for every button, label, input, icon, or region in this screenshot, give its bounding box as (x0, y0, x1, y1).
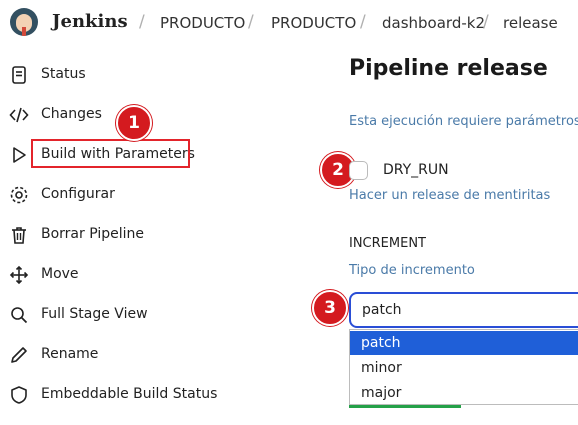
increment-options-list: patch minor major (349, 329, 578, 405)
increment-select-value: patch (362, 302, 402, 318)
sidebar-item-embeddable-build-status[interactable]: Embeddable Build Status (0, 377, 300, 413)
sidebar-item-full-stage-view[interactable]: Full Stage View (0, 297, 300, 333)
search-icon (9, 305, 29, 325)
build-button-edge[interactable] (349, 405, 461, 408)
sidebar-item-borrar-pipeline[interactable]: Borrar Pipeline (0, 217, 300, 253)
option-minor[interactable]: minor (350, 356, 578, 380)
option-major[interactable]: major (350, 381, 578, 405)
sidebar-item-label: Full Stage View (41, 306, 148, 322)
pencil-icon (9, 345, 29, 365)
code-icon (9, 105, 29, 125)
breadcrumb-item[interactable]: dashboard-k2 (382, 14, 485, 32)
sidebar-item-label: Status (41, 66, 86, 82)
sidebar-item-label: Borrar Pipeline (41, 226, 145, 242)
trash-icon (9, 225, 29, 245)
breadcrumb-separator: / (139, 12, 145, 32)
breadcrumb-item-current[interactable]: release (503, 14, 558, 32)
sidebar-item-label: Embeddable Build Status (41, 386, 218, 402)
jenkins-logo-icon[interactable] (10, 8, 38, 36)
increment-label: INCREMENT (349, 236, 426, 251)
dry-run-checkbox[interactable] (349, 161, 368, 180)
breadcrumb-item[interactable]: PRODUCTO (160, 14, 245, 32)
option-patch[interactable]: patch (350, 331, 578, 355)
sidebar-item-label: Changes (41, 106, 102, 122)
sidebar-item-label: Rename (41, 346, 99, 362)
gear-icon (9, 185, 29, 205)
dry-run-help: Hacer un release de mentiritas (349, 188, 551, 203)
parameters-notice: Esta ejecución requiere parámetros a (349, 114, 578, 129)
move-icon (9, 265, 29, 285)
sidebar-item-status[interactable]: Status (0, 57, 300, 93)
shield-icon (9, 385, 29, 405)
annotation-badge-3: 3 (312, 290, 348, 326)
increment-select[interactable]: patch (349, 292, 578, 328)
dry-run-label[interactable]: DRY_RUN (383, 162, 449, 178)
breadcrumb-separator: / (483, 12, 489, 32)
annotation-badge-1: 1 (116, 105, 152, 141)
sidebar-item-label: Configurar (41, 186, 115, 202)
breadcrumb-separator: / (248, 12, 254, 32)
brand-name[interactable]: Jenkins (52, 11, 128, 32)
sidebar-item-move[interactable]: Move (0, 257, 300, 293)
sidebar-item-rename[interactable]: Rename (0, 337, 300, 373)
play-icon (9, 145, 29, 165)
sidebar-item-label: Move (41, 266, 79, 282)
document-icon (9, 65, 29, 85)
page-title: Pipeline release (349, 56, 548, 81)
top-bar: Jenkins / PRODUCTO / PRODUCTO / dashboar… (0, 0, 578, 44)
increment-help: Tipo de incremento (349, 263, 475, 278)
breadcrumb-item[interactable]: PRODUCTO (271, 14, 356, 32)
sidebar-item-configurar[interactable]: Configurar (0, 177, 300, 213)
breadcrumb-separator: / (360, 12, 366, 32)
highlight-box (31, 139, 190, 168)
